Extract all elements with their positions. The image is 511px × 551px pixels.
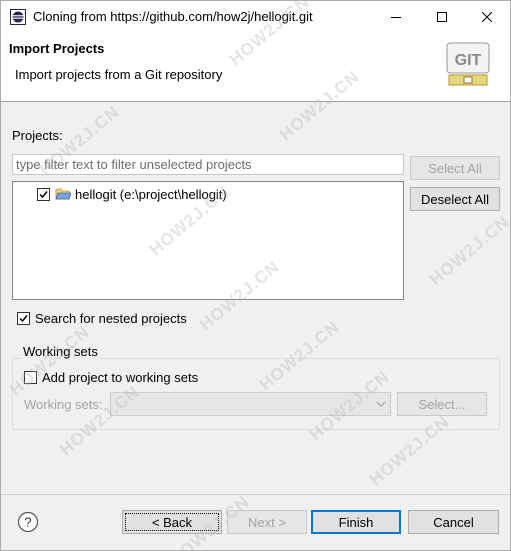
chevron-down-icon xyxy=(376,401,386,407)
project-folder-icon xyxy=(55,188,71,200)
back-button[interactable]: < Back xyxy=(122,510,222,534)
select-all-button[interactable]: Select All xyxy=(410,156,500,180)
tree-item-label: hellogit (e:\project\hellogit) xyxy=(75,186,227,202)
page-title: Import Projects xyxy=(9,41,105,56)
select-all-label: Select All xyxy=(428,160,482,176)
working-sets-field-label-text: Working sets: xyxy=(24,397,103,412)
working-sets-combo[interactable] xyxy=(110,392,391,416)
help-icon[interactable]: ? xyxy=(17,511,39,533)
working-sets-group-label: Working sets xyxy=(21,344,100,359)
back-button-label: < Back xyxy=(151,514,193,530)
git-logo-text: GIT xyxy=(455,52,482,69)
close-button[interactable] xyxy=(464,1,510,32)
checkmark-icon xyxy=(39,190,48,198)
checkmark-icon xyxy=(19,315,28,323)
tree-item-hellogit[interactable]: hellogit (e:\project\hellogit) xyxy=(37,185,227,203)
close-icon xyxy=(482,11,492,22)
projects-label: Projects: xyxy=(12,128,63,143)
window-title: Cloning from https://github.com/how2j/he… xyxy=(33,9,313,24)
watermark: HOW2J.CN xyxy=(426,211,511,290)
eclipse-app-icon xyxy=(10,9,26,25)
project-filter-input[interactable] xyxy=(12,154,404,175)
add-to-working-sets-checkbox[interactable] xyxy=(24,371,37,384)
minimize-icon xyxy=(391,16,401,18)
wizard-banner: Import Projects Import projects from a G… xyxy=(1,32,510,102)
page-description: Import projects from a Git repository xyxy=(15,67,223,82)
working-sets-field-label: Working sets: xyxy=(24,397,103,412)
projects-tree[interactable]: hellogit (e:\project\hellogit) xyxy=(12,181,404,300)
maximize-button[interactable] xyxy=(419,1,465,32)
add-to-working-sets-option[interactable]: Add project to working sets xyxy=(24,370,198,385)
search-nested-checkbox[interactable] xyxy=(17,312,30,325)
cancel-button[interactable]: Cancel xyxy=(408,510,499,534)
add-to-working-sets-label: Add project to working sets xyxy=(42,370,199,385)
git-logo-icon: GIT xyxy=(446,42,490,86)
project-checkbox[interactable] xyxy=(37,187,50,201)
finish-button-label: Finish xyxy=(338,514,374,530)
search-nested-label: Search for nested projects xyxy=(35,311,187,326)
next-button[interactable]: Next > xyxy=(227,510,307,534)
search-nested-option[interactable]: Search for nested projects xyxy=(17,311,187,326)
maximize-icon xyxy=(437,11,447,22)
minimize-button[interactable] xyxy=(373,1,419,32)
import-projects-dialog: Cloning from https://github.com/how2j/he… xyxy=(0,0,511,551)
title-bar: Cloning from https://github.com/how2j/he… xyxy=(1,1,510,32)
footer-separator xyxy=(1,494,510,495)
deselect-all-button[interactable]: Deselect All xyxy=(410,187,500,211)
projects-label-text: Projects: xyxy=(12,128,63,143)
next-button-label: Next > xyxy=(248,514,286,530)
cancel-button-label: Cancel xyxy=(433,514,474,530)
deselect-all-label: Deselect All xyxy=(421,191,489,207)
finish-button[interactable]: Finish xyxy=(311,510,401,534)
svg-text:?: ? xyxy=(24,515,31,530)
working-sets-group-title: Working sets xyxy=(23,344,98,359)
select-working-sets-label: Select... xyxy=(418,396,466,412)
select-working-sets-button[interactable]: Select... xyxy=(397,392,487,416)
